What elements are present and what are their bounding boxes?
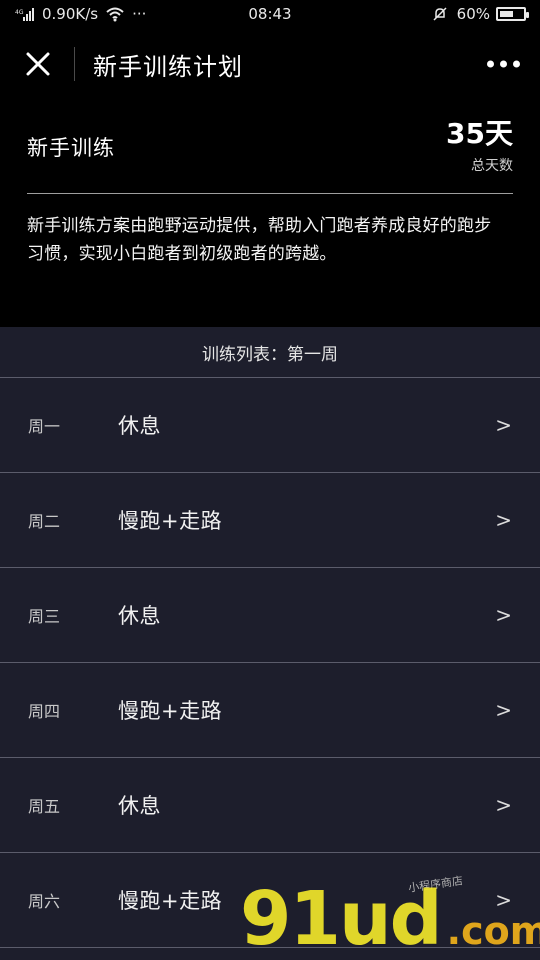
close-button[interactable]: [20, 46, 56, 82]
mute-bell-icon: [429, 5, 451, 23]
list-item[interactable]: 周三 休息 >: [0, 568, 540, 663]
list-item[interactable]: 周二 慢跑+走路 >: [0, 473, 540, 568]
plan-description: 新手训练方案由跑野运动提供，帮助入门跑者养成良好的跑步习惯，实现小白跑者到初级跑…: [27, 216, 492, 264]
chevron-right-icon: >: [495, 508, 512, 532]
signal-icon: 4G: [14, 5, 36, 23]
status-bar: 4G 0.90K/s ··· 08:43 60%: [0, 0, 540, 28]
list-item[interactable]: 周五 休息 >: [0, 758, 540, 853]
days-number: 35天: [446, 116, 513, 150]
row-day: 周三: [28, 607, 61, 626]
more-button[interactable]: [487, 60, 520, 68]
signal-label: 4G: [15, 9, 24, 16]
row-day: 周四: [28, 702, 61, 721]
list-item[interactable]: 周四 慢跑+走路 >: [0, 663, 540, 758]
row-day: 周二: [28, 512, 61, 531]
row-activity: 慢跑+走路: [118, 509, 223, 533]
plan-info-top: 新手训练 35天 总天数: [27, 100, 513, 194]
title-divider: [74, 47, 75, 81]
app-screen: 4G 0.90K/s ··· 08:43 60% 新手训练计划 新手训练 35天…: [0, 0, 540, 960]
more-dot-icon: [487, 60, 494, 68]
chevron-right-icon: >: [495, 698, 512, 722]
list-item[interactable]: 周六 慢跑+走路 >: [0, 853, 540, 948]
chevron-right-icon: >: [495, 603, 512, 627]
row-activity: 慢跑+走路: [118, 699, 223, 723]
close-icon: [26, 52, 50, 76]
title-bar: 新手训练计划: [0, 28, 540, 100]
network-speed: 0.90K/s: [42, 5, 99, 23]
days-label: 总天数: [471, 157, 513, 174]
list-header: 训练列表：第一周: [0, 327, 540, 378]
row-activity: 休息: [118, 604, 161, 628]
chevron-right-icon: >: [495, 413, 512, 437]
row-day: 周五: [28, 797, 61, 816]
battery-icon: [496, 7, 529, 21]
more-dot-icon: [500, 60, 507, 68]
battery-fill: [500, 11, 514, 17]
plan-name: 新手训练: [27, 135, 115, 160]
wifi-icon: [104, 5, 126, 23]
row-activity: 休息: [118, 794, 161, 818]
chevron-right-icon: >: [495, 888, 512, 912]
plan-info: 新手训练 35天 总天数 新手训练方案由跑野运动提供，帮助入门跑者养成良好的跑步…: [0, 100, 540, 268]
chevron-right-icon: >: [495, 793, 512, 817]
list-item[interactable]: 周一 休息 >: [0, 378, 540, 473]
row-day: 周一: [28, 417, 61, 436]
more-dot-icon: [513, 60, 520, 68]
days-block: 35天 总天数: [446, 116, 513, 175]
status-right: 60%: [429, 5, 529, 23]
row-activity: 慢跑+走路: [118, 889, 223, 913]
status-left: 4G 0.90K/s ···: [14, 5, 146, 23]
training-list: 训练列表：第一周 周一 休息 > 周二 慢跑+走路 > 周三 休息 > 周四 慢…: [0, 327, 540, 960]
page-title: 新手训练计划: [93, 52, 243, 81]
battery-percent: 60%: [456, 5, 490, 23]
status-more: ···: [132, 5, 147, 23]
row-activity: 休息: [118, 414, 161, 438]
row-day: 周六: [28, 892, 61, 911]
